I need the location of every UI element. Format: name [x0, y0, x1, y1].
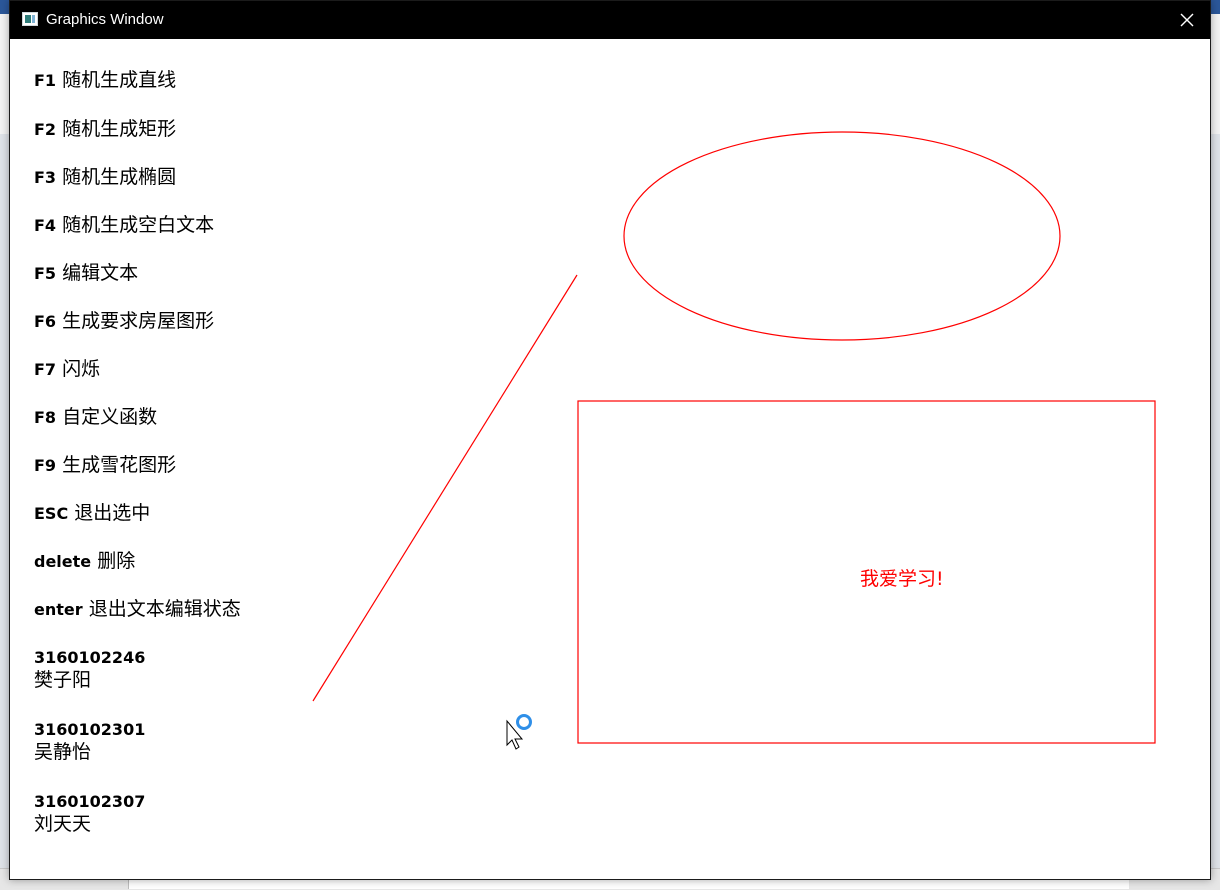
close-button[interactable]: [1164, 1, 1210, 39]
graphics-window: Graphics Window F1 随机生成直线 F2 随机生成矩形 F3 随…: [9, 0, 1211, 880]
window-title: Graphics Window: [46, 11, 164, 28]
random-line-shape[interactable]: [312, 274, 578, 702]
background-app-edge: [1211, 38, 1220, 98]
busy-arrow-cursor-icon: [506, 714, 532, 750]
close-icon: [1180, 13, 1194, 27]
graphics-window-app-icon: [22, 12, 38, 26]
drawing-canvas[interactable]: F1 随机生成直线 F2 随机生成矩形 F3 随机生成椭圆 F4 随机生成空白文…: [10, 39, 1210, 879]
rectangle-text[interactable]: 我爱学习!: [860, 568, 944, 590]
shapes-layer: 我爱学习!: [312, 131, 1156, 750]
window-titlebar[interactable]: Graphics Window: [10, 1, 1210, 39]
random-ellipse-shape[interactable]: [623, 131, 1061, 341]
